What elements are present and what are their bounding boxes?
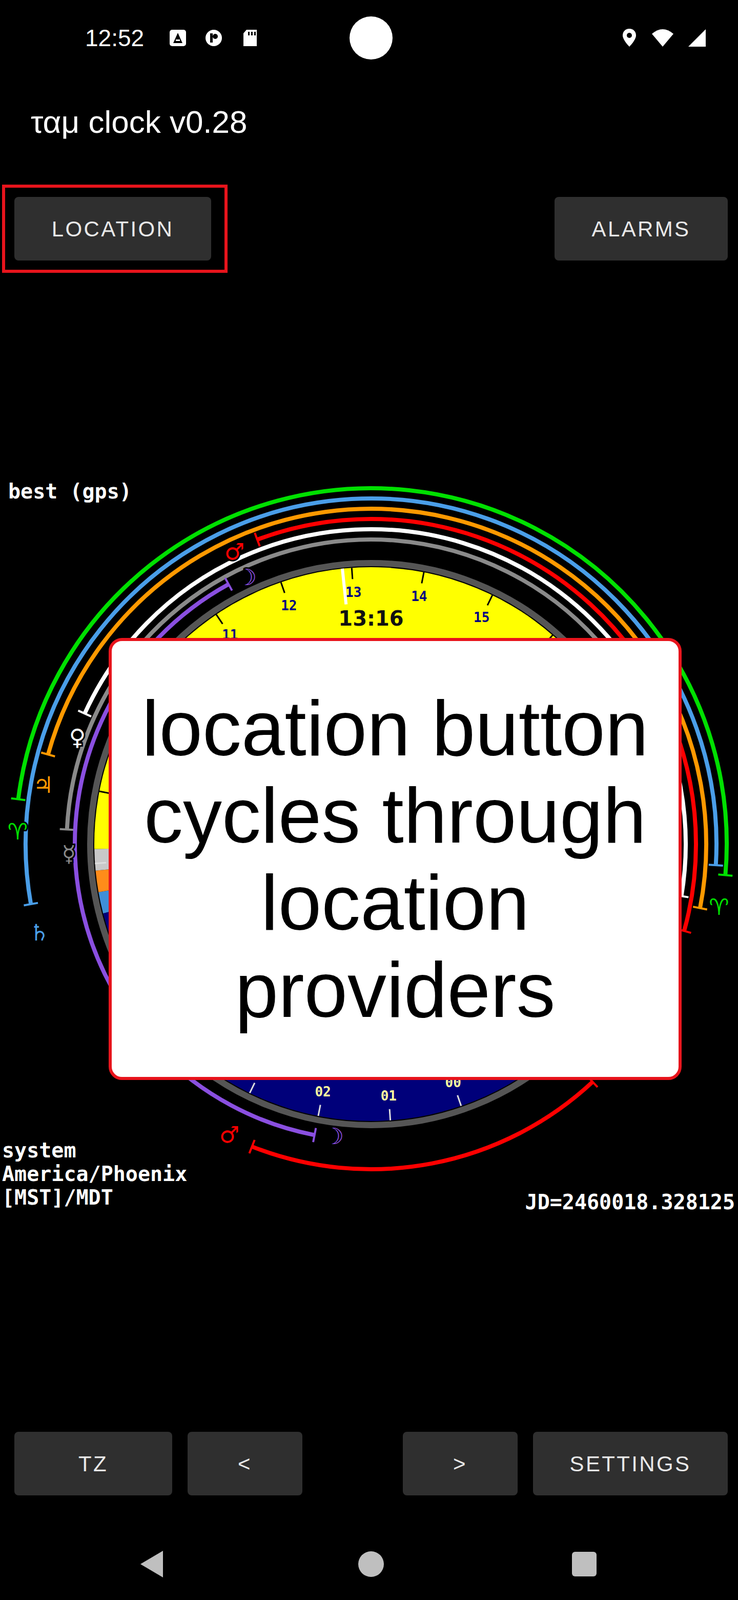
hour-tick	[487, 595, 493, 606]
status-bar: 12:52	[0, 0, 738, 76]
moon-symbol: ☽	[323, 1122, 344, 1149]
time-label: 13:16	[338, 606, 404, 630]
arc-end-tick	[692, 906, 707, 909]
julian-date: JD=2460018.328125	[525, 1189, 735, 1214]
time-hand	[342, 568, 346, 605]
button-label: >	[453, 1446, 468, 1480]
hour-label: 02	[314, 1083, 331, 1099]
arc-end-tick	[59, 828, 75, 830]
hour-tick	[249, 1082, 255, 1093]
mars-symbol: ♂	[224, 538, 245, 565]
button-label: <	[237, 1446, 253, 1480]
arc-end-tick	[718, 873, 733, 875]
hour-label: 15	[473, 609, 490, 625]
aries-symbol: ♈	[7, 817, 28, 845]
hour-label: 13	[345, 584, 362, 600]
bottom-button-row: TZ < > SETTINGS	[0, 1430, 738, 1495]
app-title: ταμ clock v0.28	[30, 106, 248, 138]
arc-end-tick	[708, 864, 724, 866]
hour-label: 14	[411, 588, 427, 604]
saturn-symbol: ♄	[29, 918, 50, 946]
sd-card-icon	[241, 28, 259, 48]
timezone-line: [MST]/MDT	[2, 1184, 188, 1209]
hour-tick	[94, 862, 107, 864]
camera-cutout	[349, 16, 393, 60]
timezone-line: system	[2, 1137, 188, 1162]
location-button[interactable]: LOCATION	[14, 196, 212, 261]
navigation-bar	[0, 1517, 738, 1599]
button-wrap: LOCATION	[14, 196, 212, 261]
hour-label: 01	[380, 1087, 397, 1103]
button-label: ALARMS	[591, 212, 691, 245]
status-icons	[620, 27, 708, 49]
mars-symbol: ♂	[219, 1120, 240, 1147]
recents-icon[interactable]	[571, 1550, 597, 1576]
arc-end-tick	[249, 1139, 255, 1153]
aries-symbol: ♈	[708, 893, 729, 920]
home-icon[interactable]	[358, 1550, 384, 1576]
mars-arc	[252, 1081, 593, 1169]
arc-end-tick	[254, 532, 260, 546]
arc-end-tick	[224, 577, 232, 591]
settings-button[interactable]: SETTINGS	[533, 1430, 728, 1495]
jupiter-symbol: ♃	[33, 771, 54, 798]
callout: location button cycles through location …	[108, 637, 682, 1080]
app-bar: ταμ clock v0.28	[0, 75, 738, 169]
hour-tick	[318, 1103, 321, 1116]
timezone-line: America/Phoenix	[2, 1161, 188, 1185]
wifi-icon	[650, 27, 675, 49]
venus-symbol: ♀	[69, 723, 86, 750]
location-pin-icon	[620, 27, 639, 49]
hour-tick	[280, 581, 285, 593]
button-label: SETTINGS	[569, 1446, 692, 1480]
location-provider: best (gps)	[8, 478, 132, 504]
notification-a-icon	[168, 28, 188, 48]
next-button[interactable]: >	[402, 1430, 518, 1495]
callout-text: location button cycles through location …	[127, 684, 664, 1033]
signal-icon	[686, 27, 708, 49]
hour-label: 12	[280, 597, 297, 613]
back-icon[interactable]	[140, 1549, 163, 1577]
arc-end-tick	[11, 797, 26, 801]
arc-end-tick	[313, 1127, 316, 1142]
arc-end-tick	[41, 751, 55, 756]
hour-tick	[351, 567, 353, 579]
mercury-symbol: ☿	[62, 839, 76, 867]
hour-tick	[389, 1108, 391, 1120]
clock-area: 111213141500010213:16♈♈♄♃♂♂♀☿☽☽best (gps…	[0, 276, 738, 1425]
highlight-box	[2, 184, 228, 273]
alarms-button[interactable]: ALARMS	[554, 196, 728, 261]
tz-button[interactable]: TZ	[14, 1430, 173, 1495]
status-time: 12:52	[85, 26, 145, 50]
notification-app-icon	[204, 28, 223, 48]
arc-end-tick	[23, 902, 38, 906]
hour-tick	[421, 571, 424, 584]
moon-symbol: ☽	[236, 563, 257, 590]
button-label: TZ	[78, 1446, 109, 1480]
hour-tick	[457, 1094, 462, 1106]
previous-button[interactable]: <	[187, 1430, 303, 1495]
button-label: LOCATION	[51, 212, 174, 245]
timezone-info: systemAmerica/Phoenix[MST]/MDT	[2, 1137, 188, 1209]
button-wrap: ALARMS	[554, 196, 728, 261]
top-button-row: LOCATION ALARMS	[0, 196, 738, 261]
hour-tick	[216, 613, 223, 624]
arc-end-tick	[78, 710, 92, 717]
